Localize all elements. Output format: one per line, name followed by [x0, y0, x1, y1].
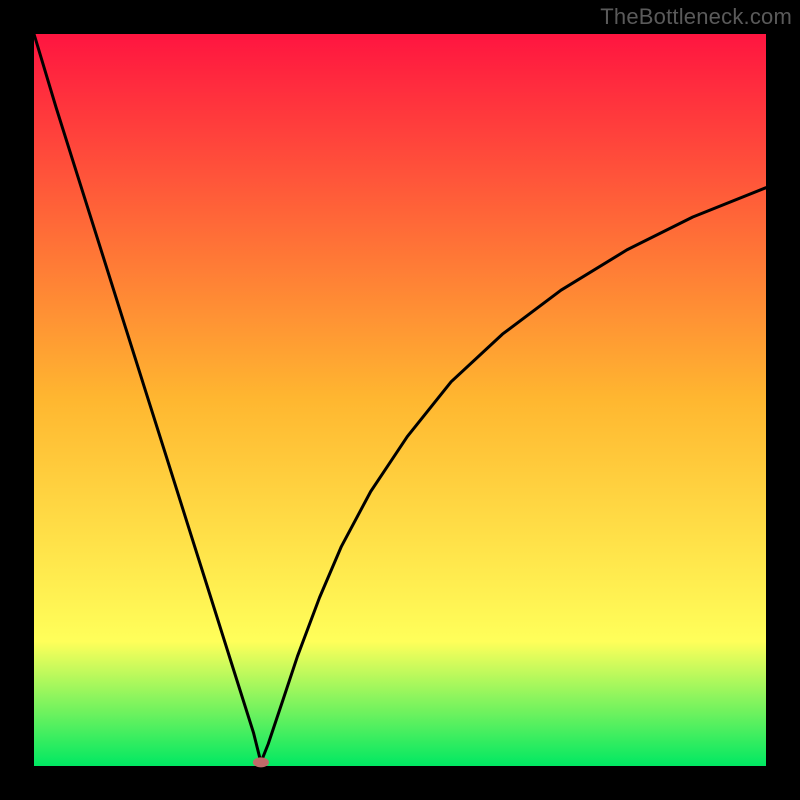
- bottleneck-chart: [0, 0, 800, 800]
- optimal-point-marker: [253, 757, 269, 767]
- watermark-label: TheBottleneck.com: [600, 4, 792, 30]
- chart-frame: TheBottleneck.com: [0, 0, 800, 800]
- plot-background: [34, 34, 766, 766]
